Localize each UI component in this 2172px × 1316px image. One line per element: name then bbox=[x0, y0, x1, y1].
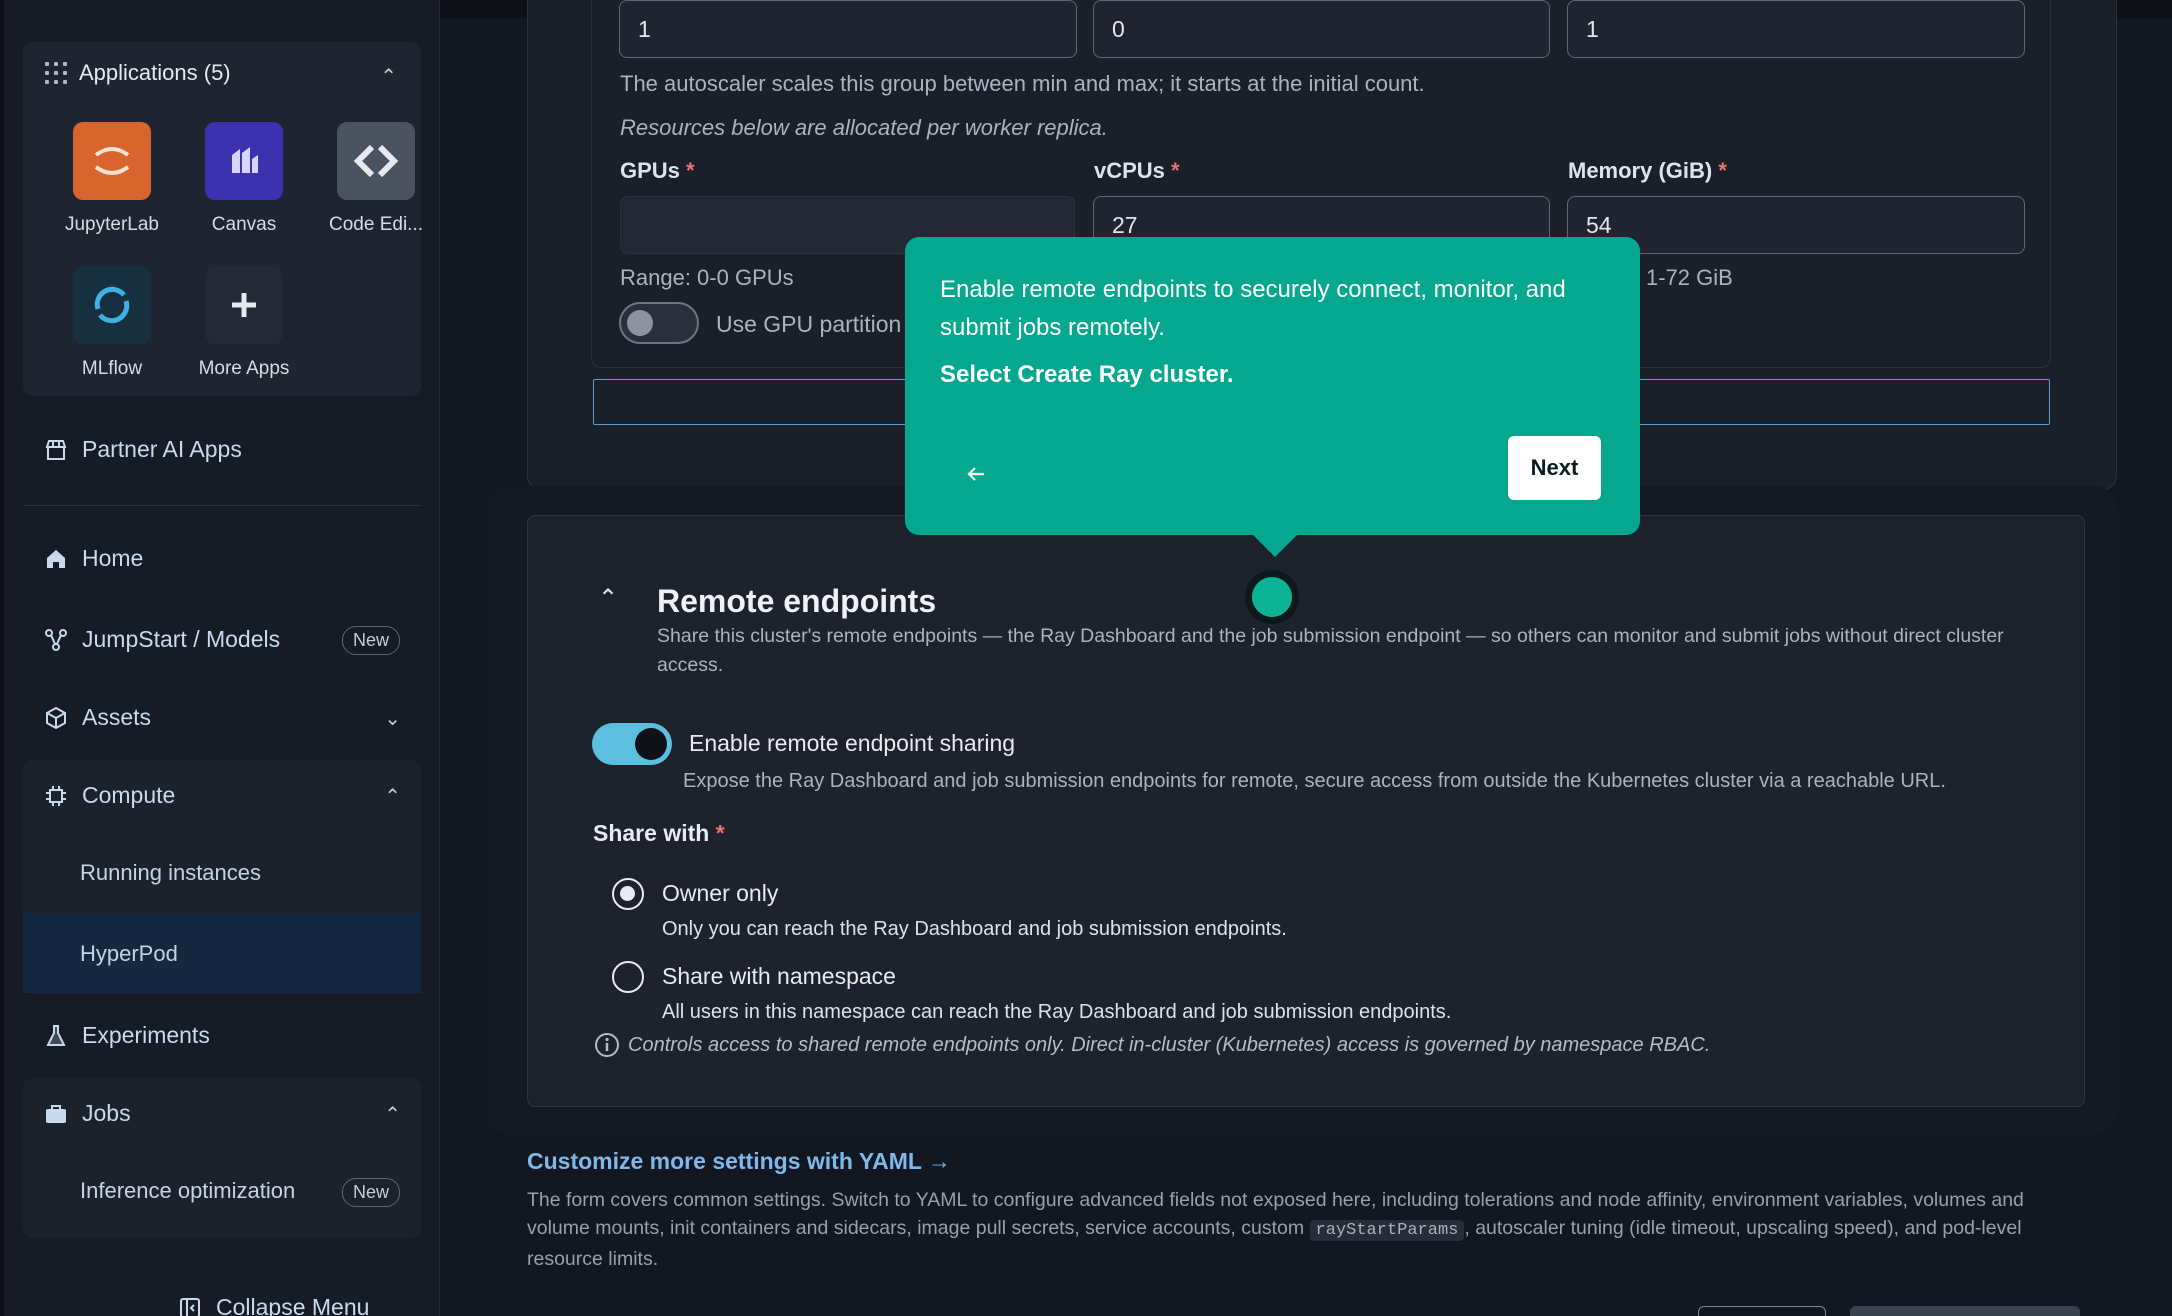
app-mlflow[interactable]: MLflow bbox=[42, 266, 182, 380]
collapse-menu-label: Collapse Menu bbox=[216, 1294, 370, 1316]
create-ray-cluster-button[interactable] bbox=[1850, 1306, 2080, 1316]
applications-panel: Applications (5) ⌃ JupyterLab Canvas Cod… bbox=[23, 42, 423, 396]
toggle-knob bbox=[627, 310, 653, 336]
sidebar-item-label: Assets bbox=[82, 704, 152, 730]
share-namespace-radio[interactable] bbox=[612, 961, 644, 993]
collapse-menu-button[interactable]: Collapse Menu bbox=[178, 1294, 369, 1316]
sidebar-item-inference-optimization[interactable]: Inference optimization bbox=[80, 1178, 295, 1204]
sidebar-item-jumpstart[interactable]: JumpStart / Models bbox=[44, 626, 280, 653]
share-namespace-description: All users in this namespace can reach th… bbox=[662, 1001, 1452, 1023]
collapse-icon bbox=[180, 1297, 200, 1316]
app-label: JupyterLab bbox=[64, 214, 159, 235]
share-with-label: Share with * bbox=[593, 820, 725, 846]
jumpstart-icon bbox=[45, 628, 67, 651]
vcpus-label: vCPUs * bbox=[1094, 158, 1180, 183]
app-canvas[interactable]: Canvas bbox=[174, 122, 314, 236]
canvas-icon bbox=[205, 122, 283, 200]
store-icon bbox=[45, 439, 67, 460]
memory-range-hint: 1-72 GiB bbox=[1646, 265, 1733, 290]
toggle-description: Expose the Ray Dashboard and job submiss… bbox=[683, 770, 1946, 792]
applications-header[interactable]: Applications (5) bbox=[45, 60, 231, 86]
app-more-apps[interactable]: More Apps bbox=[174, 266, 314, 380]
resources-hint: Resources below are allocated per worker… bbox=[620, 115, 1108, 140]
cancel-button[interactable] bbox=[1698, 1306, 1826, 1316]
sidebar-item-label: Home bbox=[82, 545, 144, 571]
sidebar-item-label: Partner AI Apps bbox=[82, 436, 242, 462]
yaml-description: The form covers common settings. Switch … bbox=[527, 1189, 2024, 1270]
mlflow-icon bbox=[73, 266, 151, 344]
plus-icon bbox=[205, 266, 283, 344]
window-edge bbox=[0, 0, 4, 1316]
tooltip-body: Enable remote endpoints to securely conn… bbox=[940, 276, 1566, 341]
owner-only-label[interactable]: Owner only bbox=[662, 880, 778, 907]
next-button[interactable]: Next bbox=[1508, 436, 1601, 500]
sidebar-item-label: Jobs bbox=[82, 1100, 131, 1126]
sidebar-item-jobs[interactable]: Jobs bbox=[44, 1100, 131, 1127]
autoscaler-hint: The autoscaler scales this group between… bbox=[620, 71, 1425, 96]
tooltip-action: Select Create Ray cluster. bbox=[940, 361, 1234, 388]
remote-sharing-toggle[interactable] bbox=[592, 723, 672, 765]
sidebar-item-hyperpod[interactable]: HyperPod bbox=[80, 941, 178, 967]
chevron-up-icon[interactable]: ⌃ bbox=[380, 64, 397, 89]
app-jupyterlab[interactable]: JupyterLab bbox=[42, 122, 182, 236]
info-note-text: Controls access to shared remote endpoin… bbox=[628, 1033, 1711, 1056]
toggle-label: Enable remote endpoint sharing bbox=[689, 730, 1016, 756]
customize-yaml-link[interactable]: Customize more settings with YAML → bbox=[527, 1148, 951, 1175]
sidebar-item-partner-ai-apps[interactable]: Partner AI Apps bbox=[44, 436, 242, 463]
app-label: MLflow bbox=[81, 358, 143, 379]
share-namespace-label[interactable]: Share with namespace bbox=[662, 963, 896, 990]
jupyterlab-icon bbox=[73, 122, 151, 200]
cube-icon bbox=[46, 706, 66, 729]
chevron-down-icon[interactable]: ⌄ bbox=[384, 706, 401, 731]
tour-beacon[interactable] bbox=[1245, 570, 1299, 624]
info-icon bbox=[595, 1033, 619, 1057]
access-info-note: Controls access to shared remote endpoin… bbox=[594, 1032, 1710, 1058]
collapse-section-icon[interactable]: ⌃ bbox=[598, 584, 618, 613]
chevron-up-icon[interactable]: ⌃ bbox=[384, 784, 401, 809]
sidebar-item-experiments[interactable]: Experiments bbox=[44, 1022, 210, 1049]
sidebar-item-label: Compute bbox=[82, 782, 176, 808]
gpu-range-hint: Range: 0-0 GPUs bbox=[620, 265, 794, 290]
max-replicas-input[interactable]: 1 bbox=[1567, 0, 2025, 58]
owner-only-description: Only you can reach the Ray Dashboard and… bbox=[662, 918, 1287, 940]
section-title: Remote endpoints bbox=[657, 583, 937, 619]
briefcase-icon bbox=[46, 1104, 66, 1123]
code-editor-icon bbox=[337, 122, 415, 200]
sidebar-item-label: JumpStart / Models bbox=[82, 626, 281, 652]
gpus-label: GPUs * bbox=[620, 158, 695, 183]
new-badge: New bbox=[341, 1178, 400, 1207]
chevron-up-icon[interactable]: ⌃ bbox=[384, 1102, 401, 1127]
gpu-partition-toggle[interactable] bbox=[619, 302, 699, 344]
divider bbox=[23, 505, 421, 506]
initial-replicas-input[interactable]: 0 bbox=[1093, 0, 1550, 58]
sidebar: Applications (5) ⌃ JupyterLab Canvas Cod… bbox=[0, 0, 440, 1316]
sidebar-item-compute[interactable]: Compute bbox=[44, 782, 175, 809]
ray-start-params-code: rayStartParams bbox=[1309, 1220, 1465, 1241]
owner-only-radio[interactable] bbox=[612, 878, 644, 910]
sidebar-item-home[interactable]: Home bbox=[44, 545, 143, 572]
toggle-knob bbox=[635, 728, 667, 760]
app-label: More Apps bbox=[198, 358, 290, 379]
sidebar-item-running-instances[interactable]: Running instances bbox=[80, 860, 261, 886]
new-badge: New bbox=[341, 626, 400, 655]
min-replicas-input[interactable]: 1 bbox=[619, 0, 1077, 58]
app-label: Code Edi... bbox=[329, 214, 423, 235]
flask-icon bbox=[46, 1024, 66, 1046]
gpu-partition-label: Use GPU partition bbox=[716, 311, 902, 337]
app-code-editor[interactable]: Code Edi... bbox=[306, 122, 446, 236]
apps-grid-icon bbox=[45, 62, 67, 84]
memory-label: Memory (GiB) * bbox=[1568, 158, 1727, 183]
home-icon bbox=[47, 549, 65, 568]
back-arrow-icon[interactable] bbox=[955, 453, 997, 495]
sidebar-item-assets[interactable]: Assets bbox=[44, 704, 151, 731]
applications-label: Applications (5) bbox=[79, 60, 231, 85]
sidebar-item-label: Experiments bbox=[82, 1022, 210, 1048]
onboarding-tooltip: Enable remote endpoints to securely conn… bbox=[905, 237, 1640, 557]
app-label: Canvas bbox=[211, 214, 277, 235]
chip-icon bbox=[46, 785, 66, 806]
section-description: Share this cluster's remote endpoints — … bbox=[657, 625, 2004, 676]
